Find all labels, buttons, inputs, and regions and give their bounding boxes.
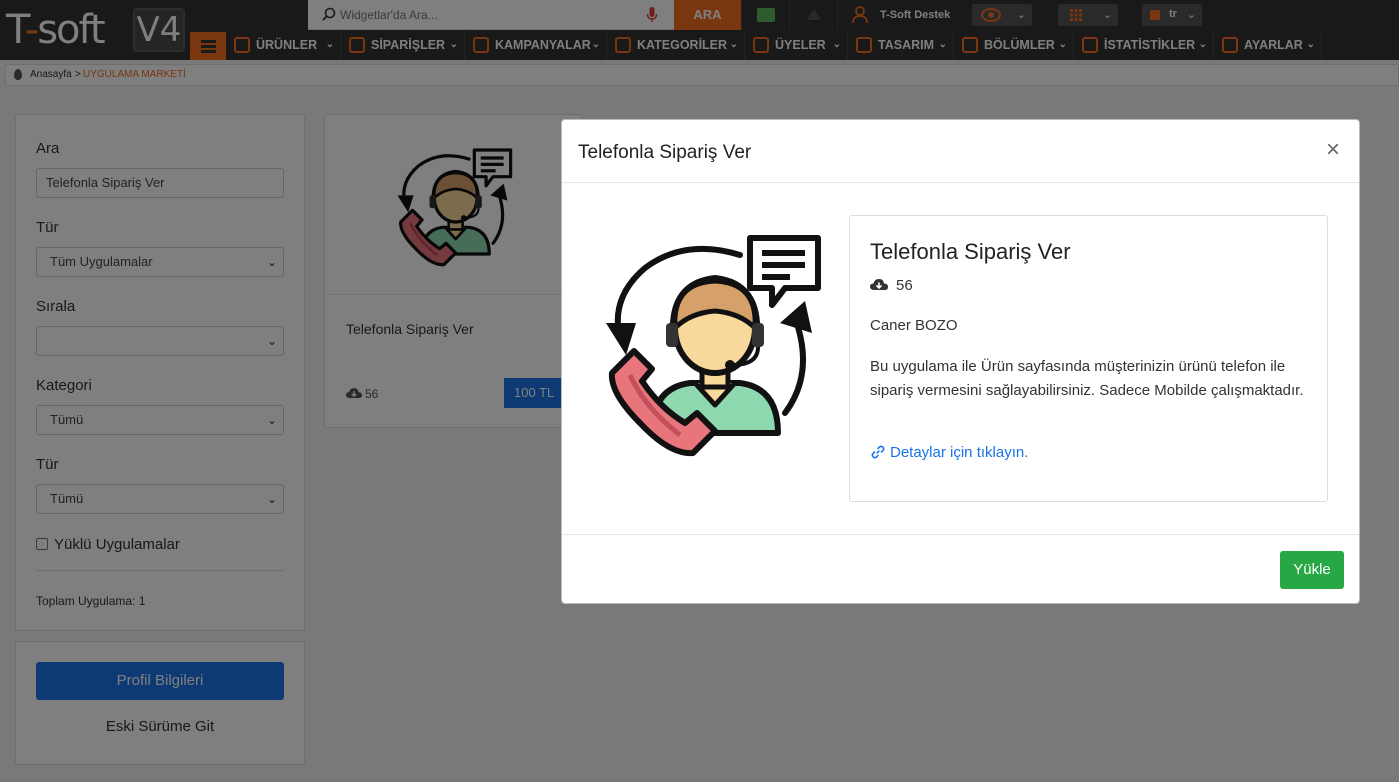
nav-item-members[interactable]: ÜYELER ⌄	[745, 30, 848, 60]
breadcrumb: Anasayfa > UYGULAMA MARKETİ	[5, 64, 1399, 86]
install-button[interactable]: Yükle	[1280, 551, 1344, 589]
app-downloads-count: 56	[896, 277, 913, 294]
logo-text: T-soft	[6, 7, 106, 53]
nav-item-campaigns[interactable]: KAMPANYALAR ⌄	[465, 30, 607, 60]
nav-item-design[interactable]: TASARIM ⌄	[848, 30, 954, 60]
apps-dropdown[interactable]: ⌄	[1058, 4, 1118, 26]
preview-dropdown[interactable]: ⌄	[972, 4, 1032, 26]
chevron-down-icon: ⌄	[832, 39, 841, 50]
breadcrumb-current: UYGULAMA MARKETİ	[83, 69, 186, 80]
language-label: tr	[1169, 8, 1177, 20]
app-author: Caner BOZO	[870, 317, 958, 334]
search-button[interactable]: ARA	[674, 0, 741, 30]
sections-icon	[962, 37, 978, 53]
alerts-button[interactable]	[789, 0, 837, 30]
chevron-down-icon: ⌄	[938, 39, 947, 50]
widget-search	[308, 0, 674, 30]
app-title: Telefonla Sipariş Ver	[870, 239, 1071, 264]
location-pin-icon	[14, 69, 22, 80]
nav-item-sections[interactable]: BÖLÜMLER ⌄	[954, 30, 1074, 60]
chat-icon	[757, 8, 775, 22]
chevron-down-icon: ⌄	[1016, 9, 1026, 21]
flag-icon	[1150, 10, 1160, 20]
brush-icon	[856, 37, 872, 53]
cloud-download-icon	[870, 279, 888, 290]
user-label: T-Soft Destek	[880, 9, 951, 21]
details-link[interactable]: Detaylar için tıklayın.	[870, 444, 1028, 461]
cart-icon	[349, 37, 365, 53]
details-link-label: Detaylar için tıklayın.	[890, 444, 1029, 461]
modal-header: Telefonla Sipariş Ver ×	[562, 120, 1359, 183]
tag-icon	[473, 37, 489, 53]
search-input[interactable]	[340, 4, 640, 26]
hamburger-menu-icon[interactable]	[190, 32, 226, 60]
eye-icon	[981, 8, 1001, 22]
app-info-card: Telefonla Sipariş Ver 56 Caner BOZO Bu u…	[849, 215, 1328, 502]
nav-item-settings[interactable]: AYARLAR ⌄	[1214, 30, 1322, 60]
chevron-down-icon: ⌄	[1058, 39, 1067, 50]
users-icon	[753, 37, 769, 53]
products-icon	[234, 37, 250, 53]
nav-item-products[interactable]: ÜRÜNLER ⌄	[226, 30, 341, 60]
user-icon	[852, 6, 868, 24]
messages-button[interactable]	[741, 0, 789, 30]
modal-title: Telefonla Sipariş Ver	[578, 142, 752, 163]
chevron-down-icon: ⌄	[325, 39, 334, 50]
sitemap-icon	[615, 37, 631, 53]
chevron-down-icon: ⌄	[1306, 39, 1315, 50]
phone-support-illustration	[590, 223, 830, 463]
user-menu[interactable]: T-Soft Destek	[837, 0, 957, 30]
modal-body: Telefonla Sipariş Ver 56 Caner BOZO Bu u…	[562, 183, 1359, 534]
link-icon	[871, 445, 885, 459]
nav-item-statistics[interactable]: İSTATİSTİKLER ⌄	[1074, 30, 1214, 60]
chevron-down-icon: ⌄	[1102, 9, 1112, 21]
settings-icon	[1222, 37, 1238, 53]
warning-icon	[807, 9, 821, 20]
chart-icon	[1082, 37, 1098, 53]
logo[interactable]: T-soft V4	[0, 0, 190, 60]
chevron-down-icon: ⌄	[591, 39, 600, 50]
close-icon[interactable]: ×	[1326, 138, 1340, 162]
breadcrumb-separator: >	[75, 69, 81, 80]
app-downloads: 56	[870, 277, 913, 294]
nav-item-categories[interactable]: KATEGORİLER ⌄	[607, 30, 745, 60]
breadcrumb-home[interactable]: Anasayfa	[30, 65, 72, 85]
microphone-icon[interactable]	[646, 7, 658, 23]
nav-item-orders[interactable]: SİPARİŞLER ⌄	[341, 30, 465, 60]
chevron-down-icon: ⌄	[449, 39, 458, 50]
chevron-down-icon: ⌄	[729, 39, 738, 50]
language-dropdown[interactable]: tr ⌄	[1142, 4, 1202, 26]
chevron-down-icon: ⌄	[1186, 9, 1196, 21]
grid-icon	[1070, 9, 1082, 21]
version-badge: V4	[133, 8, 185, 52]
main-nav: ÜRÜNLER ⌄ SİPARİŞLER ⌄ KAMPANYALAR ⌄ KAT…	[190, 30, 1399, 60]
app-detail-modal: Telefonla Sipariş Ver × Telefonla Sipari…	[561, 119, 1360, 604]
chevron-down-icon: ⌄	[1198, 39, 1207, 50]
app-description: Bu uygulama ile Ürün sayfasında müşterin…	[870, 358, 1304, 399]
modal-footer: Yükle	[562, 534, 1359, 603]
search-icon	[322, 7, 336, 21]
